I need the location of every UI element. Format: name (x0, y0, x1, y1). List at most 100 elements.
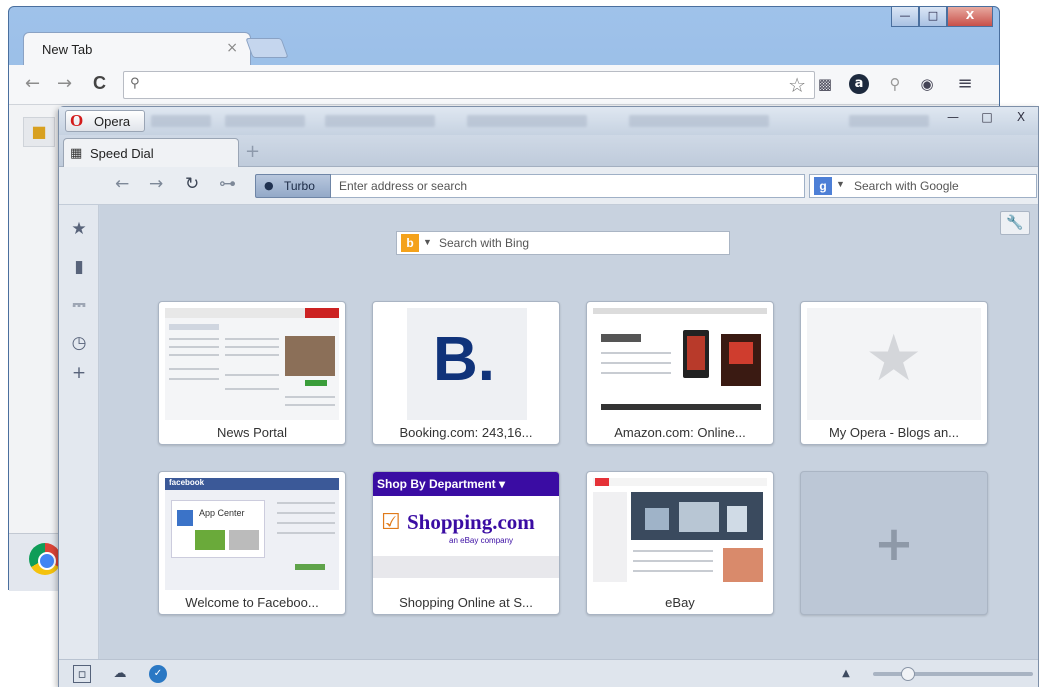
blurred-bookmark (325, 115, 435, 127)
minimize-button[interactable]: — (936, 107, 970, 129)
downloads-icon[interactable]: ⎓ (69, 295, 89, 315)
speed-dial-tile-shopping[interactable]: Shop By Department ▾ ☑ Shopping.com an e… (372, 471, 560, 615)
forward-icon[interactable]: → (57, 73, 72, 94)
myopera-thumbnail: ★ (807, 308, 981, 420)
tab-title: Speed Dial (90, 146, 154, 161)
opera-statusbar: ▫ ☁ ✓ ▲ (59, 659, 1038, 687)
speed-dial-tile-my-opera[interactable]: ★ My Opera - Blogs an... (800, 301, 988, 445)
speed-dial-tile-ebay[interactable]: eBay (586, 471, 774, 615)
reload-icon[interactable]: C (93, 73, 106, 94)
search-input[interactable]: g ▼ Search with Google (809, 174, 1037, 198)
news-thumbnail (165, 308, 339, 420)
opera-sidebar: ★ ▮ ⎓ ◷ + (59, 205, 99, 659)
a-icon[interactable]: a (849, 74, 869, 94)
zoom-slider-handle[interactable] (901, 667, 915, 681)
turbo-button[interactable]: ● Turbo (255, 174, 331, 198)
wrench-icon[interactable]: 🔧 (1000, 211, 1030, 235)
chrome-tabstrip: New Tab × — □ X (9, 7, 999, 66)
notes-icon[interactable]: ▮ (69, 257, 89, 277)
plus-icon: + (873, 516, 915, 572)
chrome-new-tab-button[interactable] (245, 38, 289, 58)
cloud-icon[interactable]: ☁ (111, 665, 129, 683)
opera-tabstrip: ▦ Speed Dial + (59, 135, 1038, 167)
forward-icon[interactable]: → (149, 174, 163, 194)
tile-caption: Shopping Online at S... (399, 595, 533, 610)
tile-caption: eBay (665, 595, 695, 610)
minimize-button[interactable]: — (891, 7, 919, 27)
booking-logo: B. (433, 325, 495, 394)
blurred-bookmark (629, 115, 769, 127)
back-icon[interactable]: ← (115, 174, 129, 194)
chevron-down-icon[interactable]: ▼ (836, 179, 845, 189)
chrome-logo-icon[interactable] (29, 543, 61, 575)
search-icon[interactable]: ⚲ (885, 74, 905, 94)
chrome-window-controls: — □ X (891, 7, 993, 29)
panel-toggle-icon[interactable]: ▫ (73, 665, 91, 683)
menu-icon[interactable]: ≡ (955, 74, 975, 94)
bing-icon[interactable]: b (401, 234, 419, 252)
chrome-toolbar: ← → C ⚲ ☆ ▩ a ⚲ ◉ ≡ (9, 65, 999, 105)
chevron-up-icon[interactable]: ▲ (837, 665, 855, 683)
opera-menu-button[interactable]: O Opera (65, 110, 145, 132)
speed-dial-tile-news-portal[interactable]: News Portal (158, 301, 346, 445)
bing-search-input[interactable]: b ▼ Search with Bing (396, 231, 730, 255)
shopping-bag-icon: ☑ (381, 510, 401, 535)
back-icon[interactable]: ← (25, 73, 40, 94)
facebook-thumbnail: facebook App Center (165, 478, 339, 590)
blurred-bookmark (467, 115, 587, 127)
tab-speed-dial[interactable]: ▦ Speed Dial (63, 138, 239, 167)
address-input[interactable]: Enter address or search (331, 174, 805, 198)
booking-thumbnail: B. (407, 308, 527, 420)
folder-icon[interactable]: ■ (23, 117, 55, 147)
add-panel-icon[interactable]: + (69, 363, 89, 383)
blurred-bookmark (849, 115, 929, 127)
speed-dial-tile-booking[interactable]: B. Booking.com: 243,16... (372, 301, 560, 445)
amazon-thumbnail (593, 308, 767, 420)
chrome-omnibox[interactable]: ⚲ ☆ (123, 71, 815, 99)
shopping-logo: Shopping.com (407, 510, 535, 534)
close-button[interactable]: X (947, 7, 993, 27)
speed-dial-tile-amazon[interactable]: Amazon.com: Online... (586, 301, 774, 445)
bing-placeholder: Search with Bing (439, 236, 530, 250)
add-tab-icon[interactable]: + (245, 141, 260, 162)
opera-menu-label: Opera (94, 114, 131, 129)
star-icon: ★ (865, 322, 923, 396)
search-icon: ⚲ (130, 76, 140, 91)
bookmarks-star-icon[interactable]: ★ (69, 219, 89, 239)
speed-dial-area: 🔧 b ▼ Search with Bing News Portal B. Bo… (100, 205, 1038, 659)
maximize-button[interactable]: □ (970, 107, 1004, 129)
opera-titlebar: O Opera — □ X (59, 107, 1038, 135)
facebook-wordmark: facebook (169, 478, 205, 487)
turbo-icon: ● (264, 179, 274, 192)
tile-caption: Amazon.com: Online... (614, 425, 746, 440)
chevron-down-icon[interactable]: ▼ (423, 237, 432, 247)
zoom-slider[interactable] (873, 667, 1033, 681)
speed-dial-tile-facebook[interactable]: facebook App Center Welcome to Faceboo..… (158, 471, 346, 615)
google-icon[interactable]: g (814, 177, 832, 195)
chrome-tab-title: New Tab (42, 42, 93, 57)
shop-by-department-banner: Shop By Department ▾ (377, 477, 506, 491)
app-center-label: App Center (199, 508, 245, 518)
maximize-button[interactable]: □ (919, 7, 947, 27)
speed-dial-add-tile[interactable]: + (800, 471, 988, 615)
opera-unite-icon[interactable]: ✓ (149, 665, 167, 683)
opera-toolbar: ← → ↻ ⊶ ● Turbo Enter address or search … (59, 167, 1038, 205)
ebay-company-tagline: an eBay company (449, 536, 514, 545)
opera-window: O Opera — □ X ▦ Speed Dial + ← → ↻ ⊶ ● T… (58, 106, 1039, 687)
bookmark-star-icon[interactable]: ☆ (788, 73, 806, 97)
turbo-label: Turbo (284, 179, 315, 193)
camera-icon[interactable]: ▩ (815, 74, 835, 94)
reload-icon[interactable]: ↻ (185, 174, 199, 194)
history-clock-icon[interactable]: ◷ (69, 333, 89, 353)
eye-icon[interactable]: ◉ (917, 74, 937, 94)
chrome-tab-new-tab[interactable]: New Tab × (23, 32, 251, 66)
key-icon[interactable]: ⊶ (219, 174, 236, 194)
tile-caption: Welcome to Faceboo... (185, 595, 319, 610)
blurred-bookmark (225, 115, 305, 127)
close-icon[interactable]: × (226, 40, 238, 56)
tile-caption: My Opera - Blogs an... (828, 425, 960, 440)
search-placeholder: Search with Google (854, 179, 959, 193)
tile-caption: News Portal (216, 425, 288, 440)
speed-dial-grid-icon: ▦ (70, 146, 83, 161)
close-button[interactable]: X (1004, 107, 1038, 129)
